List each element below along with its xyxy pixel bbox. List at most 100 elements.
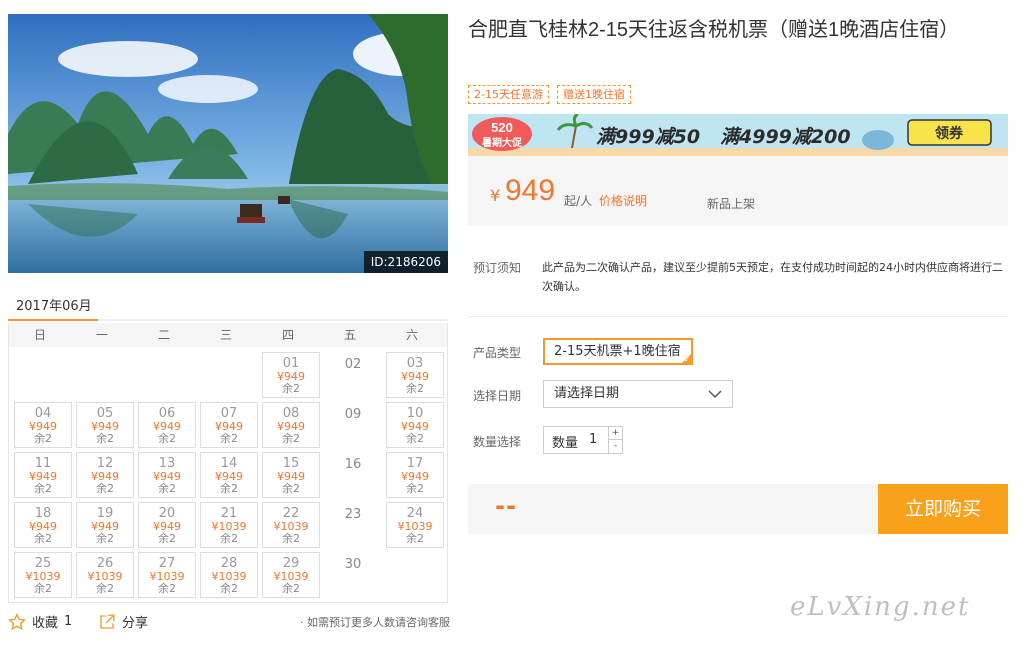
check-icon: ✓ (684, 356, 690, 364)
calendar-day-number: 30 (344, 557, 362, 572)
calendar-day-available[interactable]: 18 ¥949 余2 (14, 502, 72, 548)
calendar-cell: 09 (322, 400, 384, 450)
calendar-month-label[interactable]: 2017年06月 (16, 295, 92, 314)
calendar-day-number: 07 (220, 406, 238, 421)
calendar-day-available[interactable]: 17 ¥949 余2 (386, 452, 444, 498)
calendar-day-available[interactable]: 22 ¥1039 余2 (262, 502, 320, 548)
calendar-cell: 11 ¥949 余2 (12, 450, 74, 500)
calendar-day-number: 29 (282, 556, 300, 571)
favorite-button[interactable]: 收藏 1 (8, 612, 72, 631)
calendar-cell: 28 ¥1039 余2 (198, 550, 260, 600)
calendar-day-available[interactable]: 05 ¥949 余2 (76, 402, 134, 448)
calendar-day-available[interactable]: 07 ¥949 余2 (200, 402, 258, 448)
calendar-cell: 25 ¥1039 余2 (12, 550, 74, 600)
calendar-day-available[interactable]: 12 ¥949 余2 (76, 452, 134, 498)
calendar-day-available[interactable]: 29 ¥1039 余2 (262, 552, 320, 598)
calendar-day-stock: 余2 (158, 532, 176, 545)
share-button[interactable]: 分享 (98, 612, 148, 631)
calendar-day-stock: 余2 (282, 432, 300, 445)
product-tag: 2-15天任意游 (468, 85, 549, 104)
calendar-day-available[interactable]: 26 ¥1039 余2 (76, 552, 134, 598)
quantity-minus-button[interactable]: - (608, 440, 622, 453)
calendar-day-stock: 余2 (158, 432, 176, 445)
coupon-button[interactable]: 领券 (935, 125, 964, 142)
calendar-day-stock: 余2 (282, 382, 300, 395)
calendar-day-number: 19 (96, 506, 114, 521)
calendar-day: 30 (324, 552, 382, 598)
product-tags: 2-15天任意游 赠送1晚住宿 (468, 85, 631, 104)
calendar-cell: 27 ¥1039 余2 (136, 550, 198, 600)
calendar-cell: 21 ¥1039 余2 (198, 500, 260, 550)
calendar-day-number: 14 (220, 456, 238, 471)
product-type-value: 2-15天机票+1晚住宿 (554, 344, 681, 359)
calendar-cell: 06 ¥949 余2 (136, 400, 198, 450)
favorite-count: 1 (64, 614, 73, 629)
calendar-day-available[interactable]: 20 ¥949 余2 (138, 502, 196, 548)
quantity-inner-label: 数量 (552, 436, 579, 451)
calendar-day-stock: 余2 (96, 432, 114, 445)
banner-badge-bottom: 暑期大促 (482, 136, 523, 149)
calendar-day-number: 13 (158, 456, 176, 471)
quantity-plus-button[interactable]: + (608, 427, 622, 440)
calendar-day-number: 08 (282, 406, 300, 421)
calendar-day-available[interactable]: 21 ¥1039 余2 (200, 502, 258, 548)
calendar-day-stock: 余2 (158, 582, 176, 595)
calendar-day-available[interactable]: 13 ¥949 余2 (138, 452, 196, 498)
calendar-day-available[interactable]: 25 ¥1039 余2 (14, 552, 72, 598)
quantity-stepper[interactable]: 数量 1 + - (543, 426, 623, 454)
calendar-day-available[interactable]: 28 ¥1039 余2 (200, 552, 258, 598)
calendar-day-stock: 余2 (406, 532, 424, 545)
calendar-day-available[interactable]: 15 ¥949 余2 (262, 452, 320, 498)
calendar-day-stock: 余2 (282, 532, 300, 545)
calendar-day-stock: 余2 (406, 432, 424, 445)
calendar-day-available[interactable]: 14 ¥949 余2 (200, 452, 258, 498)
product-type-label: 产品类型 (473, 346, 522, 360)
calendar-day-stock: 余2 (220, 532, 238, 545)
calendar-day-stock: 余2 (406, 382, 424, 395)
calendar-weekday: 四 (281, 328, 294, 342)
calendar-day: 02 (324, 352, 382, 398)
calendar-day-available[interactable]: 08 ¥949 余2 (262, 402, 320, 448)
banner-badge-top: 520 (491, 120, 513, 135)
calendar-day-stock: 余2 (34, 482, 52, 495)
calendar-weekday: 日 (33, 328, 46, 342)
calendar-day-number: 06 (158, 406, 176, 421)
calendar-day-available[interactable]: 04 ¥949 余2 (14, 402, 72, 448)
calendar-cell: 19 ¥949 余2 (74, 500, 136, 550)
calendar-day-number: 24 (406, 506, 424, 521)
calendar-day-number: 25 (34, 556, 52, 571)
calendar-day-available[interactable]: 06 ¥949 余2 (138, 402, 196, 448)
calendar-day-available[interactable]: 24 ¥1039 余2 (386, 502, 444, 548)
calendar-day-available[interactable]: 03 ¥949 余2 (386, 352, 444, 398)
calendar-day-stock: 余2 (282, 482, 300, 495)
quantity-label: 数量选择 (473, 435, 522, 449)
calendar-cell (12, 350, 74, 400)
calendar-cell: 18 ¥949 余2 (12, 500, 74, 550)
calendar-cell: 10 ¥949 余2 (384, 400, 446, 450)
price-explanation-link[interactable]: 价格说明 (599, 192, 647, 209)
buy-now-button[interactable]: 立即购买 (878, 484, 1008, 534)
calendar-day-number: 23 (344, 507, 362, 522)
favorite-label: 收藏 (32, 616, 59, 631)
calendar-day-available[interactable]: 10 ¥949 余2 (386, 402, 444, 448)
calendar-cell: 04 ¥949 余2 (12, 400, 74, 450)
calendar-day-available[interactable]: 01 ¥949 余2 (262, 352, 320, 398)
calendar-day-number: 09 (344, 407, 362, 422)
calendar-cell: 23 (322, 500, 384, 550)
total-price: -- (495, 492, 517, 520)
calendar-cell: 07 ¥949 余2 (198, 400, 260, 450)
banner-offer-2: 满4999减200 (720, 126, 851, 148)
calendar-day-number: 10 (406, 406, 424, 421)
product-type-option[interactable]: 2-15天机票+1晚住宿 ✓ (543, 338, 693, 365)
date-select[interactable]: 请选择日期 (543, 380, 733, 408)
quantity-value[interactable]: 1 (589, 432, 597, 447)
promo-banner[interactable]: 520 暑期大促 满999减50 满4999减200 领券 (468, 114, 1008, 156)
calendar-month-active-indicator (8, 319, 98, 321)
calendar-day-available[interactable]: 27 ¥1039 余2 (138, 552, 196, 598)
new-product-label: 新品上架 (707, 197, 756, 211)
star-icon (8, 612, 26, 630)
calendar-day-available[interactable]: 11 ¥949 余2 (14, 452, 72, 498)
calendar-day-available[interactable]: 19 ¥949 余2 (76, 502, 134, 548)
left-actions-bar: 收藏 1 分享 · 如需预订更多人数请咨询客服 (8, 612, 450, 634)
calendar-day: 16 (324, 452, 382, 498)
